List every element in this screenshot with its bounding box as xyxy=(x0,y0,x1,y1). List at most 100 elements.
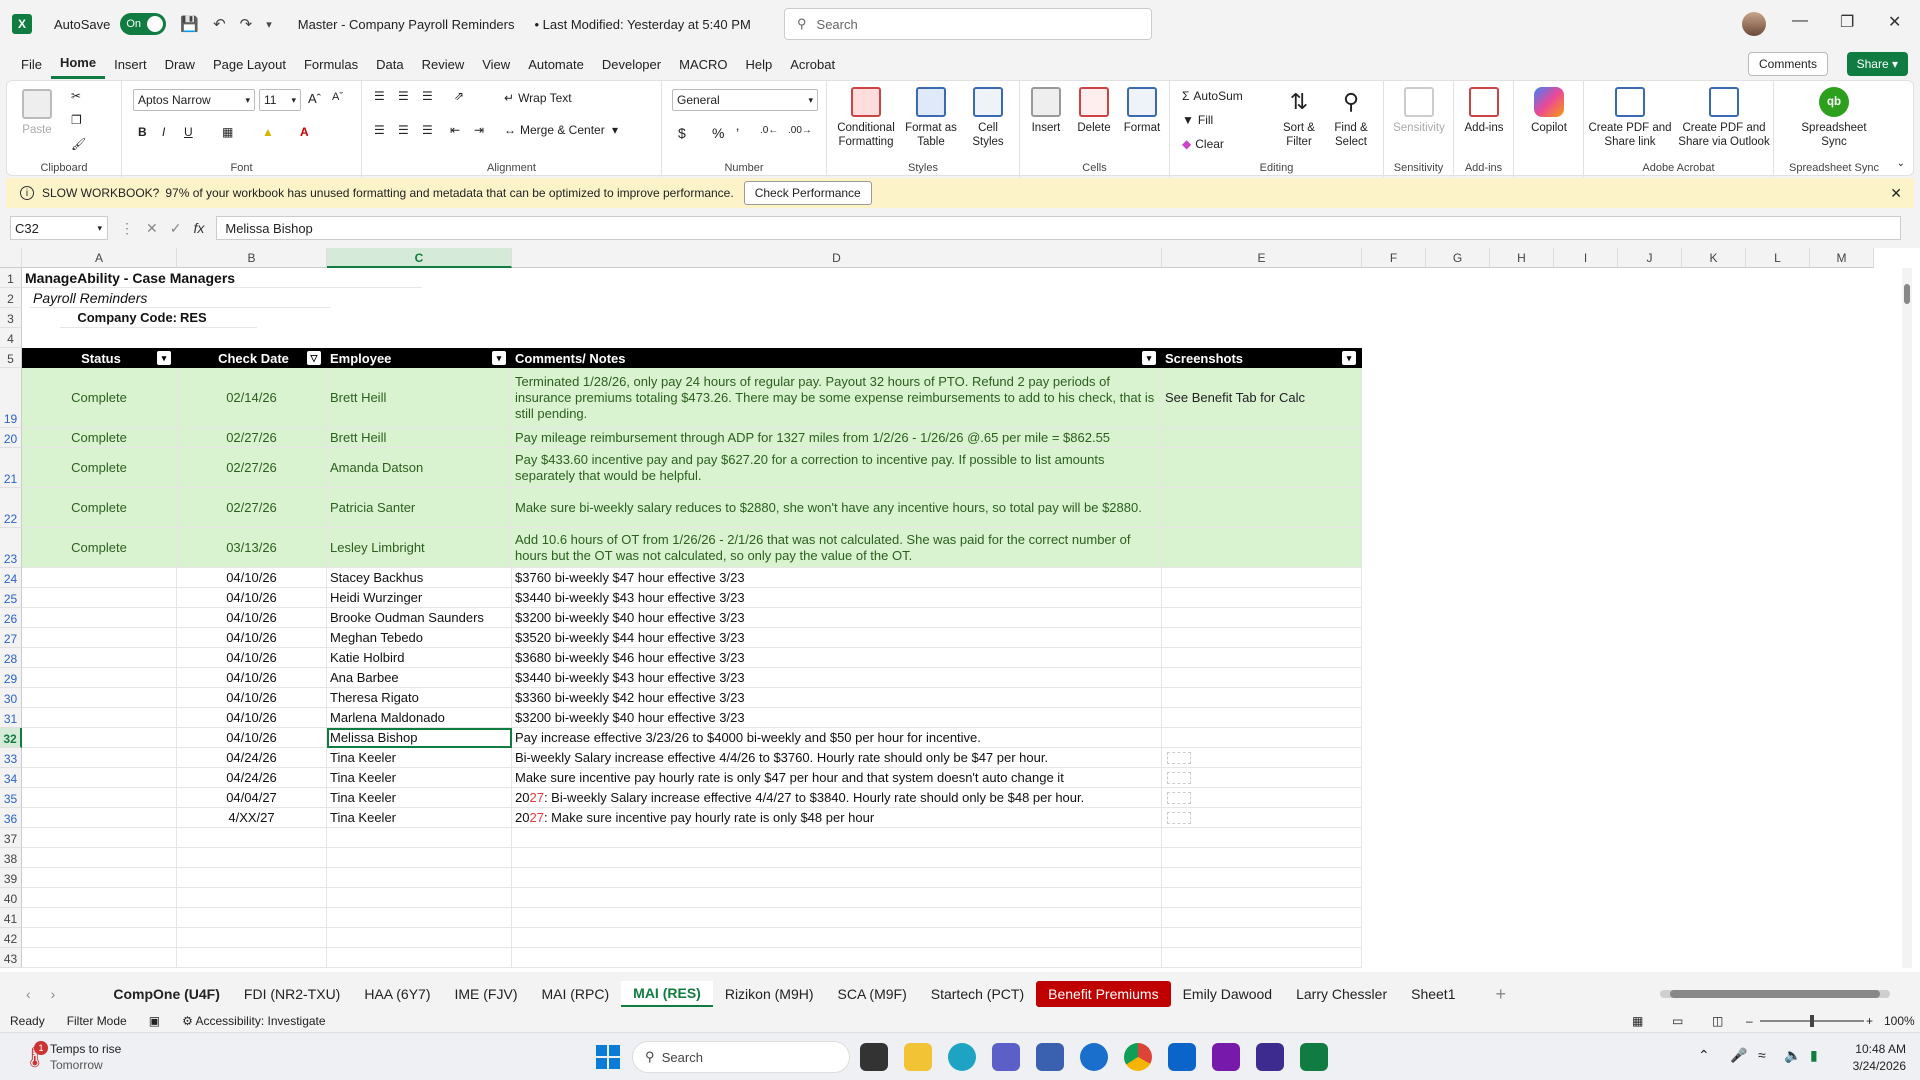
filter-dropdown-icon[interactable]: ▾ xyxy=(157,351,171,365)
row-header[interactable]: 3 xyxy=(0,308,22,328)
screenshot-cell[interactable] xyxy=(1162,808,1362,828)
notes-cell[interactable]: Make sure bi-weekly salary reduces to $2… xyxy=(512,488,1162,528)
screenshot-cell[interactable] xyxy=(1162,688,1362,708)
row-header[interactable]: 29 xyxy=(0,668,22,688)
screenshot-cell[interactable] xyxy=(1162,648,1362,668)
weather-icon[interactable]: 🌡 1 xyxy=(22,1041,48,1069)
clock-date[interactable]: 3/24/2026 xyxy=(1836,1059,1906,1073)
row-header[interactable]: 34 xyxy=(0,768,22,788)
avatar[interactable] xyxy=(1742,12,1766,36)
empty-cell[interactable] xyxy=(22,828,177,848)
empty-cell[interactable] xyxy=(327,928,512,948)
row-header[interactable]: 39 xyxy=(0,868,22,888)
tab-acrobat[interactable]: Acrobat xyxy=(781,48,844,80)
empty-cell[interactable] xyxy=(512,928,1162,948)
empty-cell[interactable] xyxy=(512,868,1162,888)
autosave-toggle[interactable]: On xyxy=(120,13,167,35)
sheet-tab[interactable]: Sheet1 xyxy=(1399,981,1467,1007)
task-view-icon[interactable] xyxy=(860,1043,888,1071)
column-header[interactable]: D xyxy=(512,248,1162,268)
employee-cell[interactable]: Katie Holbird xyxy=(327,648,512,668)
empty-cell[interactable] xyxy=(512,908,1162,928)
check-date-cell[interactable]: 04/10/26 xyxy=(177,608,327,628)
empty-cell[interactable] xyxy=(177,888,327,908)
delete-cells-button[interactable]: Delete xyxy=(1072,87,1116,135)
row-header[interactable]: 28 xyxy=(0,648,22,668)
fill-color-icon[interactable]: ▲ xyxy=(262,125,274,139)
row-header[interactable]: 21 xyxy=(0,448,22,488)
screenshot-cell[interactable] xyxy=(1162,728,1362,748)
customize-toolbar-icon[interactable]: ▾ xyxy=(266,18,272,31)
status-cell[interactable]: Complete xyxy=(22,368,177,428)
undo-icon[interactable]: ↶ xyxy=(213,15,226,33)
screenshot-cell[interactable] xyxy=(1162,788,1362,808)
horizontal-scrollbar[interactable] xyxy=(1660,990,1890,998)
notes-cell[interactable]: Pay increase effective 3/23/26 to $4000 … xyxy=(512,728,1162,748)
column-header[interactable]: E xyxy=(1162,248,1362,268)
row-header[interactable]: 27 xyxy=(0,628,22,648)
row-header[interactable]: 41 xyxy=(0,908,22,928)
empty-cell[interactable] xyxy=(327,868,512,888)
taskbar-search[interactable]: ⚲ Search xyxy=(632,1041,850,1073)
notes-cell[interactable]: 20 27: Make sure incentive pay hourly rat… xyxy=(512,808,1162,828)
notes-cell[interactable]: $3760 bi-weekly $47 hour effective 3/23 xyxy=(512,568,1162,588)
column-header[interactable]: G xyxy=(1426,248,1490,268)
volume-icon[interactable]: 🔈 xyxy=(1784,1047,1801,1064)
employee-cell[interactable]: Brett Heill xyxy=(327,428,512,448)
sort-filter-button[interactable]: ⇅ Sort & Filter xyxy=(1274,87,1324,149)
employee-cell[interactable]: Lesley Limbright xyxy=(327,528,512,568)
cell-styles-button[interactable]: Cell Styles xyxy=(961,87,1015,149)
status-cell[interactable] xyxy=(22,808,177,828)
sheet-tab[interactable]: Benefit Premiums xyxy=(1036,981,1171,1007)
excel-taskbar-icon[interactable] xyxy=(1300,1043,1328,1071)
create-pdf-outlook-button[interactable]: Create PDF and Share via Outlook xyxy=(1678,87,1770,149)
empty-cell[interactable] xyxy=(177,928,327,948)
check-date-header[interactable]: Check Date ▽ xyxy=(177,348,327,368)
check-date-cell[interactable]: 04/10/26 xyxy=(177,688,327,708)
row-header[interactable]: 25 xyxy=(0,588,22,608)
notes-cell[interactable]: $3200 bi-weekly $40 hour effective 3/23 xyxy=(512,608,1162,628)
format-as-table-button[interactable]: Format as Table xyxy=(903,87,959,149)
row-header[interactable]: 31 xyxy=(0,708,22,728)
status-cell[interactable] xyxy=(22,768,177,788)
fx-icon[interactable]: fx xyxy=(193,220,204,237)
empty-cell[interactable] xyxy=(1162,888,1362,908)
empty-cell[interactable] xyxy=(1162,928,1362,948)
tab-automate[interactable]: Automate xyxy=(519,48,593,80)
company-code-value[interactable]: RES xyxy=(177,308,257,328)
check-date-cell[interactable]: 04/10/26 xyxy=(177,728,327,748)
status-cell[interactable]: Complete xyxy=(22,488,177,528)
employee-cell[interactable]: Tina Keeler xyxy=(327,768,512,788)
italic-icon[interactable]: I xyxy=(162,125,165,139)
row-header[interactable]: 20 xyxy=(0,428,22,448)
last-modified[interactable]: • Last Modified: Yesterday at 5:40 PM xyxy=(534,17,750,32)
notes-cell[interactable]: $3680 bi-weekly $46 hour effective 3/23 xyxy=(512,648,1162,668)
row-header[interactable]: 33 xyxy=(0,748,22,768)
status-cell[interactable] xyxy=(22,608,177,628)
filter-dropdown-icon[interactable]: ▾ xyxy=(1342,351,1356,365)
status-header[interactable]: Status ▾ xyxy=(22,348,177,368)
notes-cell[interactable]: Add 10.6 hours of OT from 1/26/26 - 2/1/… xyxy=(512,528,1162,568)
cancel-icon[interactable]: ✕ xyxy=(146,220,158,237)
zoom-level[interactable]: 100% xyxy=(1884,1014,1915,1028)
empty-cell[interactable] xyxy=(327,828,512,848)
employee-cell[interactable]: Theresa Rigato xyxy=(327,688,512,708)
employee-cell[interactable]: Brett Heill xyxy=(327,368,512,428)
show-hidden-icon[interactable]: ⌃ xyxy=(1698,1047,1710,1064)
screenshot-cell[interactable] xyxy=(1162,608,1362,628)
screenshot-cell[interactable]: See Benefit Tab for Calc xyxy=(1162,368,1362,428)
zoom-out-icon[interactable]: – xyxy=(1746,1014,1753,1028)
autosum-button[interactable]: Σ AutoSum xyxy=(1182,89,1243,103)
employee-cell[interactable]: Heidi Wurzinger xyxy=(327,588,512,608)
wrap-text-button[interactable]: ↵ Wrap Text xyxy=(504,91,572,105)
tab-draw[interactable]: Draw xyxy=(156,48,204,80)
tab-developer[interactable]: Developer xyxy=(593,48,670,80)
select-all-corner[interactable] xyxy=(0,248,22,268)
check-performance-button[interactable]: Check Performance xyxy=(743,181,872,205)
status-cell[interactable] xyxy=(22,668,177,688)
zoom-slider[interactable] xyxy=(1760,1015,1864,1027)
teams-icon[interactable] xyxy=(992,1043,1020,1071)
page-break-icon[interactable]: ◫ xyxy=(1712,1014,1723,1028)
fill-button[interactable]: ▼ Fill xyxy=(1182,113,1213,127)
empty-cell[interactable] xyxy=(1162,848,1362,868)
